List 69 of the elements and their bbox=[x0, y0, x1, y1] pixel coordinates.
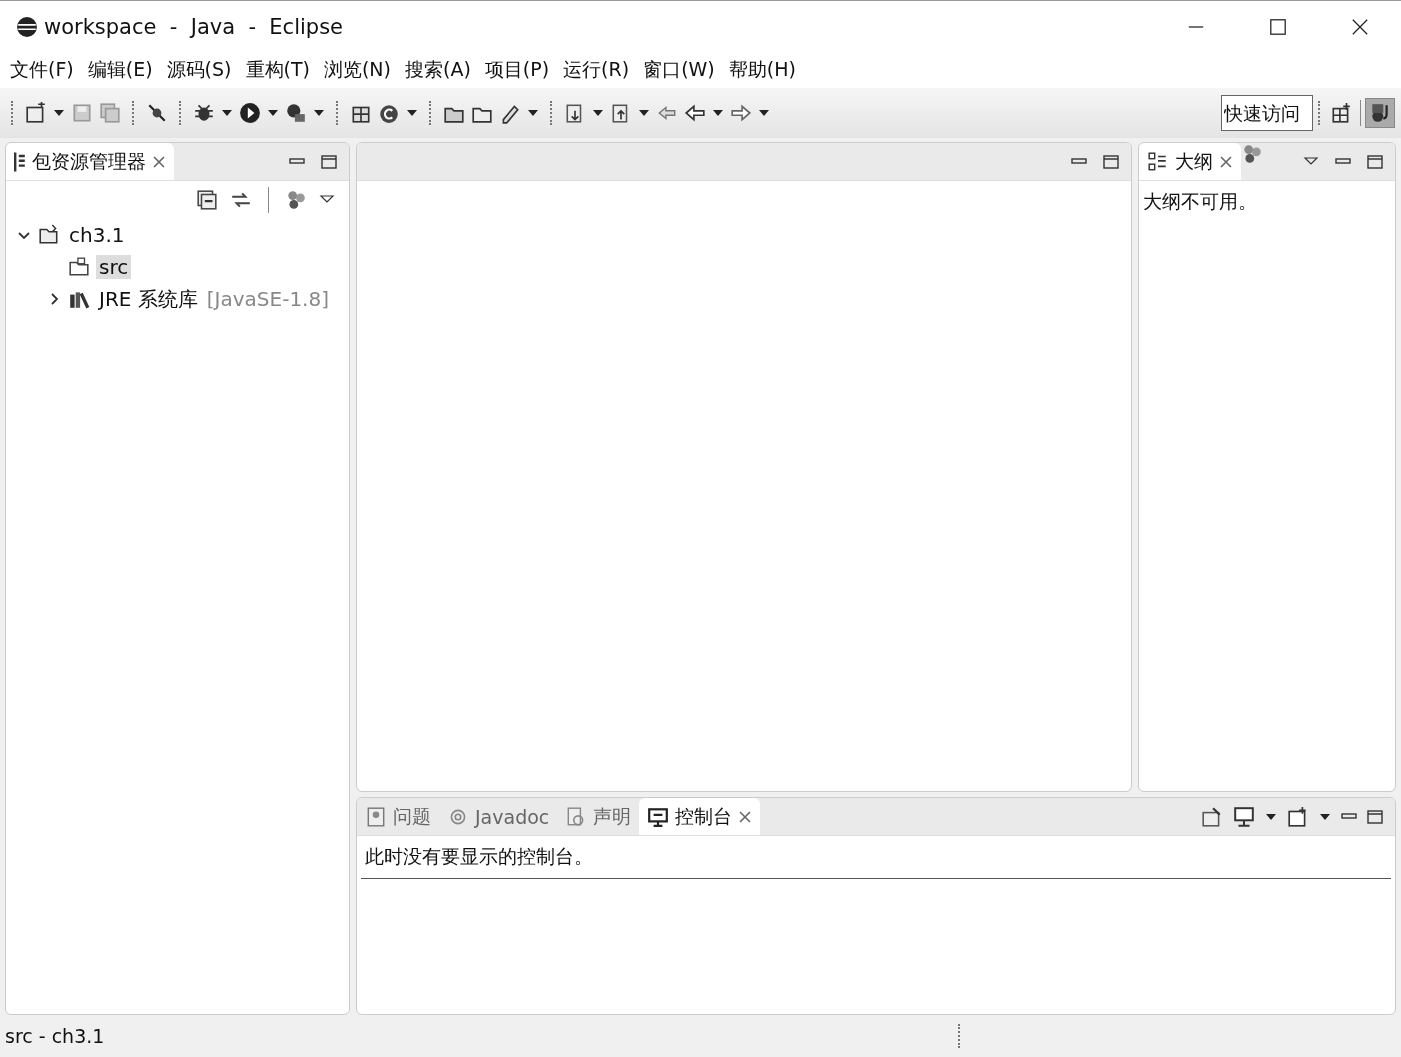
menu-item[interactable]: 帮助(H) bbox=[722, 57, 802, 83]
dropdown-caret-icon[interactable] bbox=[527, 109, 539, 117]
dropdown-caret-icon[interactable] bbox=[1319, 812, 1331, 821]
dropdown-caret-icon[interactable] bbox=[592, 109, 604, 117]
console-message: 此时没有要显示的控制台。 bbox=[361, 836, 1391, 879]
dropdown-caret-icon[interactable] bbox=[313, 109, 325, 117]
tree-item[interactable]: JRE 系统库 bbox=[96, 285, 201, 313]
new-class-icon[interactable] bbox=[378, 102, 400, 124]
maximize-icon[interactable] bbox=[321, 154, 337, 169]
menu-item[interactable]: 重构(T) bbox=[239, 57, 316, 83]
view-tab[interactable]: 问题 bbox=[357, 798, 439, 835]
window-title: workspace - Java - Eclipse bbox=[44, 14, 344, 39]
external-tools-icon[interactable] bbox=[285, 102, 307, 124]
dropdown-caret-icon[interactable] bbox=[53, 109, 65, 117]
view-tab[interactable]: Javadoc bbox=[439, 798, 558, 835]
menu-item[interactable]: 编辑(E) bbox=[81, 57, 159, 83]
dropdown-caret-icon[interactable] bbox=[406, 109, 418, 117]
project-folder-icon bbox=[38, 224, 60, 246]
new-file-icon[interactable] bbox=[25, 102, 47, 124]
quick-access-field[interactable]: 快速访问 bbox=[1221, 95, 1313, 131]
view-tab[interactable]: 大纲 bbox=[1139, 143, 1241, 180]
filter-icon[interactable] bbox=[285, 189, 307, 211]
view-tab[interactable]: 包资源管理器 bbox=[6, 143, 174, 180]
new-console-icon[interactable] bbox=[1287, 805, 1309, 828]
menu-item[interactable]: 运行(R) bbox=[557, 57, 636, 83]
skip-breakpoints-icon[interactable] bbox=[146, 102, 168, 124]
perspective-grid-icon bbox=[1330, 102, 1352, 124]
menu-item[interactable]: 源码(S) bbox=[160, 57, 238, 83]
dropdown-caret-icon[interactable] bbox=[267, 109, 279, 117]
dropdown-caret-icon[interactable] bbox=[221, 109, 233, 117]
java-cup-icon bbox=[1369, 102, 1391, 124]
maximize-icon[interactable] bbox=[1367, 809, 1383, 824]
library-version: [JavaSE-1.8] bbox=[206, 287, 329, 311]
filter-icon[interactable] bbox=[1241, 143, 1263, 165]
menu-item[interactable]: 浏览(N) bbox=[317, 57, 397, 83]
close-icon[interactable] bbox=[738, 809, 753, 824]
minimize-icon bbox=[1187, 25, 1205, 28]
menu-item[interactable]: 窗口(W) bbox=[637, 57, 721, 83]
eclipse-logo-icon bbox=[16, 15, 38, 38]
dropdown-caret-icon[interactable] bbox=[758, 109, 770, 117]
run-icon[interactable] bbox=[239, 102, 261, 124]
collapse-all-icon[interactable] bbox=[196, 189, 218, 211]
outline-icon bbox=[1147, 150, 1169, 173]
package-explorer-icon bbox=[14, 150, 26, 173]
close-icon[interactable] bbox=[1219, 154, 1233, 169]
display-console-icon[interactable] bbox=[1233, 805, 1255, 828]
close-icon[interactable] bbox=[152, 154, 166, 169]
outline-message: 大纲不可用。 bbox=[1142, 189, 1258, 214]
view-tab[interactable]: 控制台 bbox=[639, 798, 761, 835]
dropdown-caret-icon[interactable] bbox=[1265, 812, 1277, 821]
pin-console-icon[interactable] bbox=[1201, 805, 1223, 828]
forward-arrow-icon[interactable] bbox=[730, 102, 752, 124]
tree-item[interactable]: src bbox=[96, 255, 132, 279]
menu-item[interactable]: 文件(F) bbox=[4, 57, 80, 83]
menu-item[interactable]: 搜索(A) bbox=[399, 57, 477, 83]
dropdown-caret-icon[interactable] bbox=[712, 109, 724, 117]
back-arrow-icon[interactable] bbox=[684, 102, 706, 124]
console-icon bbox=[647, 805, 670, 828]
view-tab[interactable]: 声明 bbox=[557, 798, 640, 835]
menu-item[interactable]: 项目(P) bbox=[478, 57, 556, 83]
java-perspective-button[interactable] bbox=[1365, 98, 1395, 128]
maximize-icon[interactable] bbox=[1103, 154, 1119, 169]
source-folder-icon bbox=[68, 256, 90, 278]
dropdown-caret-icon[interactable] bbox=[638, 109, 650, 117]
problems-icon bbox=[365, 805, 387, 828]
maximize-icon[interactable] bbox=[1367, 154, 1383, 169]
tree-item[interactable]: ch3.1 bbox=[66, 223, 128, 247]
bug-icon[interactable] bbox=[193, 102, 215, 124]
status-text: src - ch3.1 bbox=[5, 1025, 105, 1047]
